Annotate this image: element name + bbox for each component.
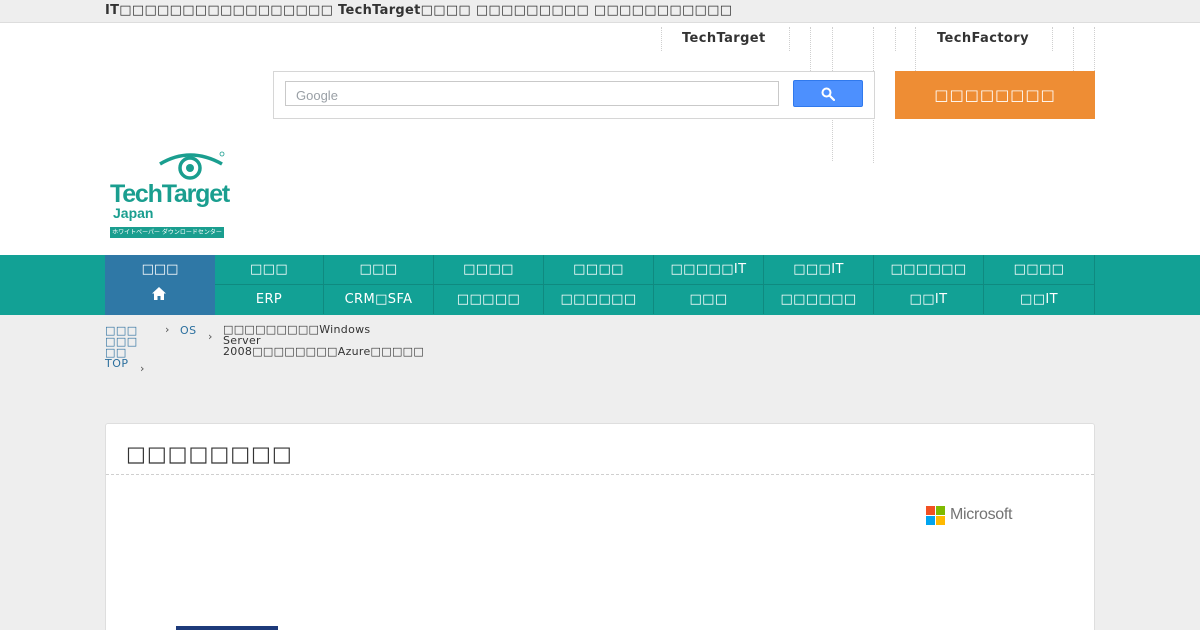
home-icon	[152, 287, 166, 300]
chevron-right-icon: ›	[208, 330, 213, 343]
top-notice-bar: IT□□□□□□□□□□□□□□□□□ TechTarget□□□□ □□□□□…	[0, 0, 1200, 23]
page-title: □□□□□□□□	[126, 442, 293, 466]
nav-item[interactable]: □□□□□□	[544, 284, 654, 314]
nav-item[interactable]: □□□	[215, 255, 324, 285]
divider	[106, 474, 1094, 475]
nav-item[interactable]: □□IT	[874, 284, 984, 314]
content-card: □□□□□□□□ Microsoft	[105, 423, 1095, 630]
chevron-right-icon: ›	[140, 362, 145, 375]
site-header: TechTarget TechFactory Google □□□□□□□□ T…	[0, 23, 1200, 255]
orange-cta-button[interactable]: □□□□□□□□	[895, 71, 1095, 119]
nav-item[interactable]: □□□	[324, 255, 434, 285]
logo-band: ホワイトペーパー ダウンロードセンター	[110, 227, 224, 238]
nav-item[interactable]: □□□□□□	[874, 255, 984, 285]
nav-home-label: □□□	[141, 262, 179, 277]
techfactory-link[interactable]: TechFactory	[937, 31, 1029, 46]
nav-item[interactable]: □□IT	[984, 284, 1095, 314]
techtarget-link[interactable]: TechTarget	[682, 31, 766, 46]
search-box: Google	[273, 71, 875, 119]
top-notice-text: IT□□□□□□□□□□□□□□□□□ TechTarget□□□□ □□□□□…	[105, 3, 733, 18]
techtarget-japan-logo[interactable]: TechTarget Japan ホワイトペーパー ダウンロードセンター	[110, 150, 230, 240]
divider	[1094, 27, 1095, 71]
divider	[661, 27, 662, 51]
breadcrumb-current: □□□□□□□□□Windows Server 2008□□□□□□□□Azur…	[223, 323, 425, 358]
nav-item[interactable]: CRM□SFA	[324, 284, 434, 314]
breadcrumb-os[interactable]: OS	[180, 325, 197, 336]
nav-item[interactable]: □□□	[654, 284, 764, 314]
microsoft-wordmark: Microsoft	[950, 506, 1013, 523]
divider	[1052, 27, 1053, 51]
breadcrumb: □□□ □□□ □□ TOP › › OS › □□□□□□□□□Windows…	[0, 315, 1200, 375]
divider	[895, 27, 896, 51]
chevron-right-icon: ›	[165, 323, 170, 336]
nav-item[interactable]: □□□□	[434, 255, 544, 285]
ms-square-yellow	[936, 516, 945, 525]
nav-item[interactable]: □□□□□IT	[654, 255, 764, 285]
search-placeholder: Google	[296, 88, 338, 103]
nav-item[interactable]: □□□IT	[764, 255, 874, 285]
nav-item[interactable]: □□□□	[984, 255, 1095, 285]
microsoft-grid-icon	[926, 506, 945, 525]
logo-subtext: Japan	[113, 205, 154, 221]
divider	[810, 27, 811, 71]
breadcrumb-current-line: 2008□□□□□□□□Azure□□□□□	[223, 345, 425, 358]
search-icon	[821, 87, 835, 101]
breadcrumb-current-line: □□□□□□□□□Windows Server	[223, 323, 371, 347]
breadcrumb-top-line[interactable]: TOP	[105, 358, 129, 369]
main-nav: □□□ □□□ □□□ □□□□ □□□□ □□□□□IT □□□IT □□□□…	[0, 255, 1200, 315]
nav-home[interactable]: □□□	[105, 255, 215, 315]
eye-logo-icon	[159, 151, 225, 180]
ms-square-blue	[926, 516, 935, 525]
divider	[1073, 27, 1074, 71]
nav-item[interactable]: □□□□□	[434, 284, 544, 314]
search-button[interactable]	[793, 80, 863, 107]
search-input[interactable]: Google	[285, 81, 779, 106]
ms-square-red	[926, 506, 935, 515]
ms-square-green	[936, 506, 945, 515]
divider	[789, 27, 790, 51]
nav-item[interactable]: □□□□□□	[764, 284, 874, 314]
nav-item[interactable]: □□□□	[544, 255, 654, 285]
nav-item[interactable]: ERP	[215, 284, 324, 314]
divider	[915, 27, 916, 71]
document-cover-image[interactable]	[176, 626, 278, 630]
